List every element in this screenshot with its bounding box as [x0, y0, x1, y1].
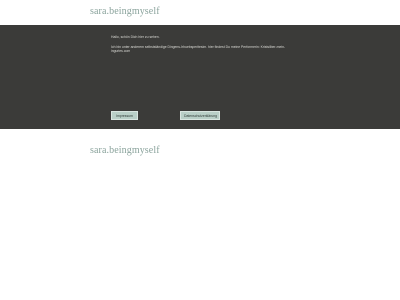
site-logo-top[interactable]: sara.beingmyself	[90, 7, 160, 17]
consent-overlay: Hallo, schön Dich hier zu sehen. Ich bin…	[0, 25, 400, 129]
site-logo[interactable]: sara.beingmyself	[90, 146, 160, 156]
privacy-policy-button[interactable]: Datenschutzerklärung	[180, 111, 220, 120]
consent-notice: Hallo, schön Dich hier zu sehen. Ich bin…	[111, 35, 291, 59]
consent-body: Ich bin unter anderem selbstständige Din…	[111, 44, 286, 54]
impressum-button[interactable]: Impressum	[111, 111, 138, 120]
consent-greeting: Hallo, schön Dich hier zu sehen.	[111, 35, 160, 39]
